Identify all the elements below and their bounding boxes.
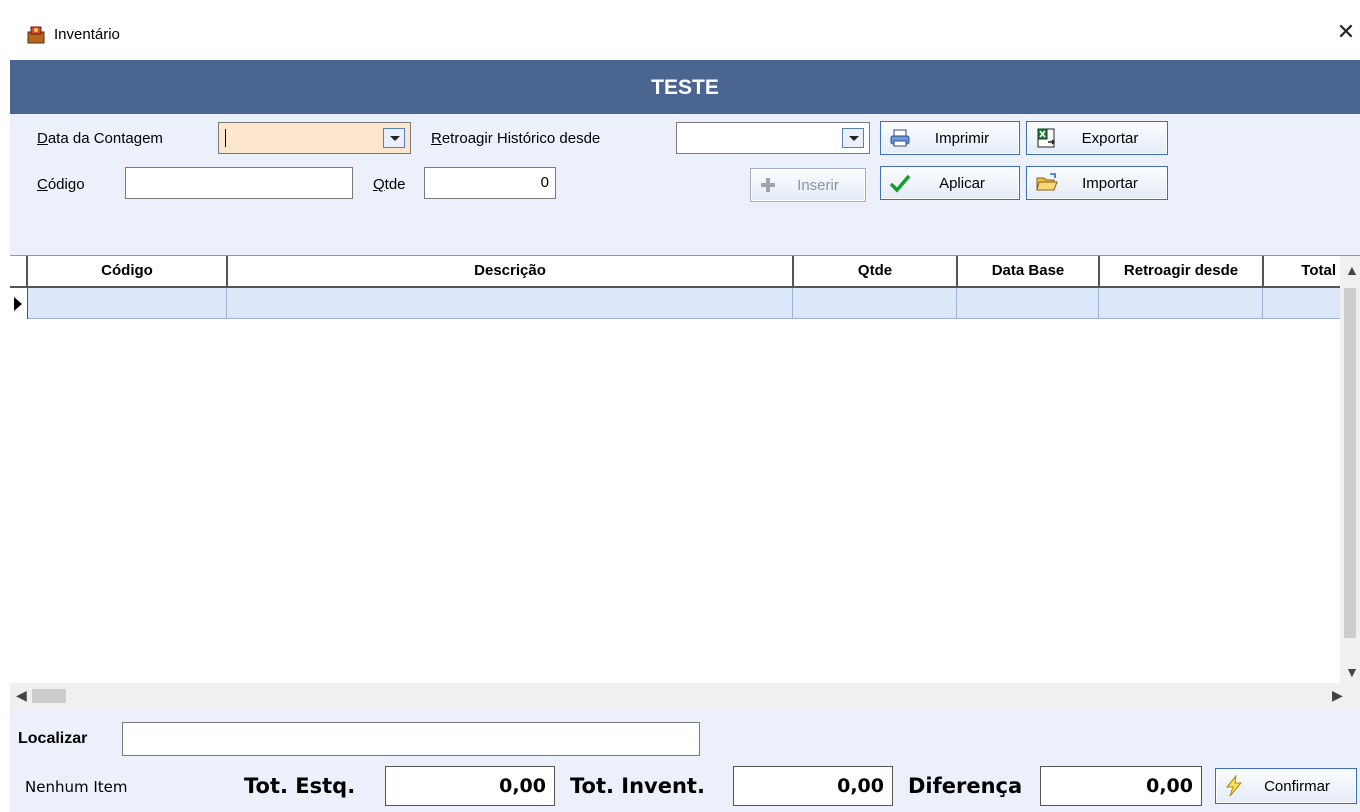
column-header-retroagir-desde[interactable]: Retroagir desde <box>1098 256 1262 286</box>
codigo-field[interactable] <box>125 167 353 199</box>
scroll-down-icon[interactable]: ▼ <box>1345 664 1359 680</box>
diferenca-label: Diferença <box>908 774 1023 798</box>
column-header-qtde[interactable]: Qtde <box>792 256 956 286</box>
scroll-left-icon[interactable]: ◀ <box>16 687 27 704</box>
imprimir-label: Imprimir <box>934 129 990 147</box>
tot-estq-value: 0,00 <box>385 766 555 806</box>
row-indicator-icon <box>10 288 28 319</box>
header-banner: TESTE <box>10 60 1360 114</box>
title-bar: Inventário ✕ <box>0 0 1360 60</box>
data-contagem-dropdown-icon[interactable] <box>383 128 405 148</box>
codigo-label: Código <box>37 176 85 193</box>
status-text: Nenhum Item <box>25 778 128 796</box>
window-title: Inventário <box>54 26 120 43</box>
localizar-input[interactable] <box>122 722 700 756</box>
confirmar-button[interactable]: Confirmar <box>1215 768 1357 804</box>
exportar-button[interactable]: Exportar <box>1026 121 1168 155</box>
excel-export-icon <box>1037 128 1055 148</box>
data-contagem-label: Data da Contagem <box>37 130 163 147</box>
items-grid[interactable]: Código Descrição Qtde Data Base Retroagi… <box>10 255 1360 686</box>
tot-invent-value: 0,00 <box>733 766 893 806</box>
aplicar-label: Aplicar <box>939 174 985 192</box>
data-contagem-label-text: ata da Contagem <box>47 130 163 147</box>
column-header-total[interactable]: Total <box>1262 256 1340 286</box>
inventory-app-icon <box>27 26 45 44</box>
folder-open-icon <box>1036 173 1058 191</box>
exportar-label: Exportar <box>1081 129 1139 147</box>
table-row[interactable] <box>10 288 1340 319</box>
aplicar-button[interactable]: Aplicar <box>880 166 1020 200</box>
tot-invent-label: Tot. Invent. <box>570 774 705 798</box>
qtde-label-text: tde <box>384 176 406 193</box>
horizontal-scrollbar[interactable]: ◀ ▶ <box>10 683 1360 709</box>
tot-estq-label: Tot. Estq. <box>244 774 356 798</box>
data-contagem-field[interactable] <box>218 122 411 154</box>
confirmar-label: Confirmar <box>1264 777 1330 795</box>
inserir-label: Inserir <box>797 176 839 194</box>
table-cell-divider <box>1262 288 1263 319</box>
qtde-label: Qtde <box>373 176 406 193</box>
table-cell-divider <box>226 288 227 319</box>
scroll-right-icon[interactable]: ▶ <box>1332 687 1343 704</box>
plus-icon <box>761 178 775 192</box>
column-header-data-base[interactable]: Data Base <box>956 256 1098 286</box>
localizar-label: Localizar <box>18 730 88 747</box>
importar-button[interactable]: Importar <box>1026 166 1168 200</box>
retroagir-field[interactable] <box>676 122 870 154</box>
importar-label: Importar <box>1082 174 1138 192</box>
text-caret <box>225 129 226 148</box>
printer-icon <box>890 129 910 147</box>
diferenca-value: 0,00 <box>1040 766 1202 806</box>
horizontal-scroll-thumb[interactable] <box>32 689 66 703</box>
qtde-value: 0 <box>540 174 549 191</box>
checkmark-icon <box>889 174 911 193</box>
column-header-codigo[interactable]: Código <box>26 256 226 286</box>
codigo-label-text: ódigo <box>47 176 85 193</box>
imprimir-button[interactable]: Imprimir <box>880 121 1020 155</box>
grid-header: Código Descrição Qtde Data Base Retroagi… <box>10 256 1340 288</box>
close-icon[interactable]: ✕ <box>1334 20 1358 44</box>
vertical-scrollbar[interactable]: ▲ ▼ <box>1340 256 1360 686</box>
retroagir-label-text: etroagir Histórico desde <box>441 130 601 147</box>
qtde-field[interactable]: 0 <box>424 167 556 199</box>
inserir-button[interactable]: Inserir <box>750 168 866 202</box>
vertical-scroll-thumb[interactable] <box>1344 288 1356 638</box>
table-cell-divider <box>1098 288 1099 319</box>
scroll-up-icon[interactable]: ▲ <box>1345 262 1359 278</box>
lightning-icon <box>1225 775 1243 797</box>
table-cell-divider <box>792 288 793 319</box>
column-header-descricao[interactable]: Descrição <box>226 256 792 286</box>
retroagir-label: Retroagir Histórico desde <box>431 130 601 147</box>
retroagir-dropdown-icon[interactable] <box>842 128 864 148</box>
table-cell-divider <box>956 288 957 319</box>
